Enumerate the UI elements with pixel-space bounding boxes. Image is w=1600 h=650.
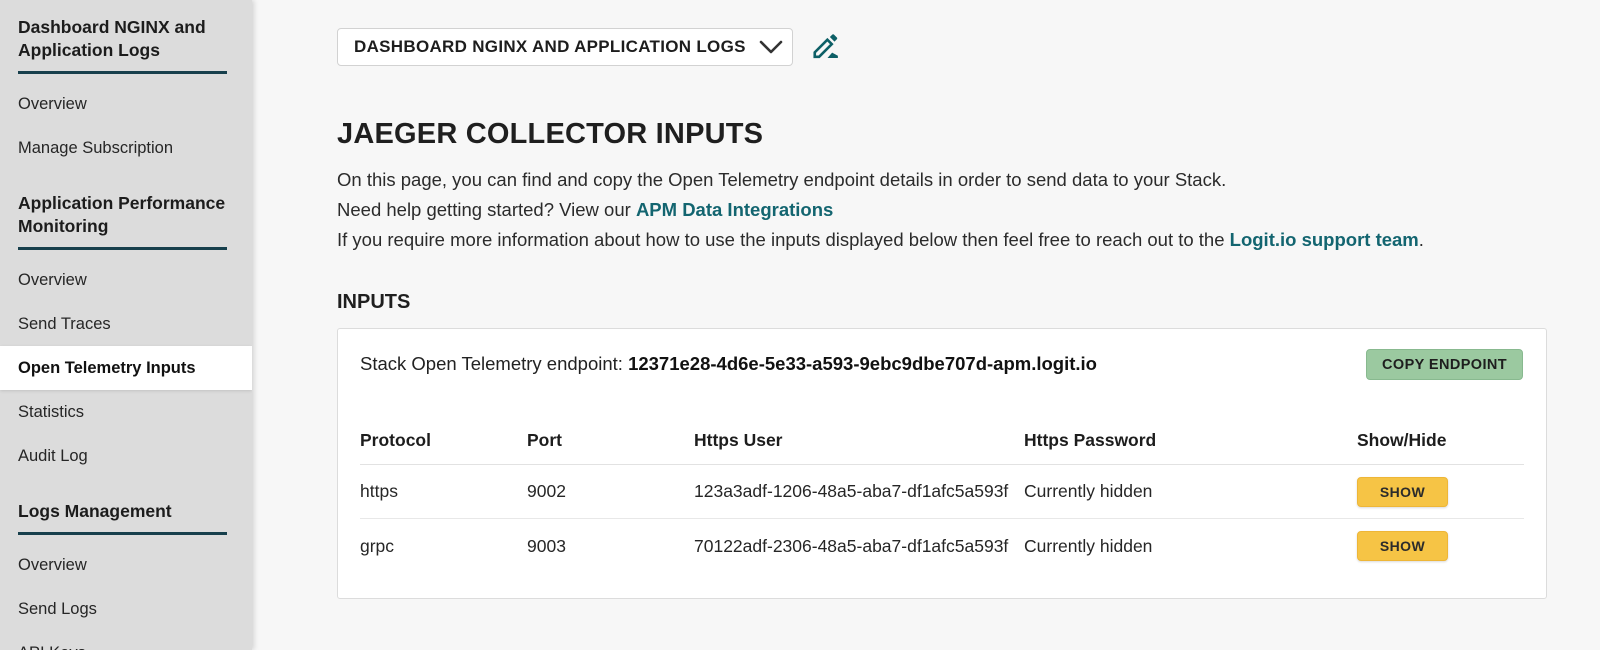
cell-https-user: 123a3adf-1206-48a5-aba7-df1afc5a593f: [694, 481, 1024, 502]
header-port: Port: [527, 430, 694, 451]
sidebar-item-manage-subscription[interactable]: Manage Subscription: [0, 126, 252, 170]
cell-password-status: Currently hidden: [1024, 536, 1357, 557]
inputs-table: Protocol Port Https User Https Password …: [360, 430, 1524, 573]
table-row-grpc: grpc 9003 70122adf-2306-48a5-aba7-df1afc…: [360, 519, 1524, 573]
cell-port: 9002: [527, 481, 694, 502]
copy-endpoint-button[interactable]: COPY ENDPOINT: [1366, 349, 1523, 380]
inputs-card: Stack Open Telemetry endpoint: 12371e28-…: [337, 328, 1547, 599]
show-password-button-https[interactable]: SHOW: [1357, 477, 1448, 507]
sidebar-item-send-logs[interactable]: Send Logs: [0, 587, 252, 631]
sidebar-item-send-traces[interactable]: Send Traces: [0, 302, 252, 346]
cell-password-status: Currently hidden: [1024, 481, 1357, 502]
section-underline: [18, 247, 227, 250]
sidebar-section-logs-management: Logs Management Overview Send Logs API K…: [0, 500, 252, 650]
cell-protocol: https: [360, 481, 527, 502]
intro-line-1: On this page, you can find and copy the …: [337, 165, 1547, 195]
endpoint-text: Stack Open Telemetry endpoint: 12371e28-…: [360, 349, 1097, 379]
page-title: JAEGER COLLECTOR INPUTS: [337, 118, 1547, 151]
sidebar-section-title-logs-management: Logs Management: [0, 500, 252, 523]
intro-line-2-text: Need help getting started? View our: [337, 199, 636, 220]
sidebar-section-dashboard: Dashboard NGINX and Application Logs Ove…: [0, 16, 252, 170]
intro-text: On this page, you can find and copy the …: [337, 165, 1547, 255]
pencil-edit-icon: [811, 31, 841, 64]
apm-data-integrations-link[interactable]: APM Data Integrations: [636, 199, 833, 220]
edit-dashboard-button[interactable]: [810, 31, 842, 63]
endpoint-label: Stack Open Telemetry endpoint:: [360, 353, 628, 374]
header-https-password: Https Password: [1024, 430, 1357, 451]
sidebar: Dashboard NGINX and Application Logs Ove…: [0, 0, 252, 650]
dashboard-selector-row: DASHBOARD NGINX AND APPLICATION LOGS: [337, 28, 1547, 66]
logit-support-team-link[interactable]: Logit.io support team: [1230, 229, 1419, 250]
sidebar-item-api-keys[interactable]: API Keys: [0, 631, 252, 650]
endpoint-row: Stack Open Telemetry endpoint: 12371e28-…: [360, 349, 1524, 380]
cell-https-user: 70122adf-2306-48a5-aba7-df1afc5a593f: [694, 536, 1024, 557]
show-password-button-grpc[interactable]: SHOW: [1357, 531, 1448, 561]
sidebar-section-title-dashboard: Dashboard NGINX and Application Logs: [0, 16, 252, 62]
intro-line-2: Need help getting started? View our APM …: [337, 195, 1547, 225]
cell-protocol: grpc: [360, 536, 527, 557]
table-row-https: https 9002 123a3adf-1206-48a5-aba7-df1af…: [360, 465, 1524, 519]
dashboard-select-value: DASHBOARD NGINX AND APPLICATION LOGS: [354, 37, 746, 57]
sidebar-item-overview-logs[interactable]: Overview: [0, 543, 252, 587]
sidebar-item-audit-log[interactable]: Audit Log: [0, 434, 252, 478]
main-content: DASHBOARD NGINX AND APPLICATION LOGS JAE…: [252, 0, 1600, 650]
intro-line-1-text: On this page, you can find and copy the …: [337, 169, 1226, 190]
intro-line-3-suffix: .: [1419, 229, 1424, 250]
cell-port: 9003: [527, 536, 694, 557]
intro-line-3-text: If you require more information about ho…: [337, 229, 1230, 250]
sidebar-section-apm: Application Performance Monitoring Overv…: [0, 192, 252, 478]
header-show-hide: Show/Hide: [1357, 430, 1524, 451]
sidebar-item-statistics[interactable]: Statistics: [0, 390, 252, 434]
sidebar-item-overview-apm[interactable]: Overview: [0, 258, 252, 302]
intro-line-3: If you require more information about ho…: [337, 225, 1547, 255]
section-underline: [18, 532, 227, 535]
sidebar-item-overview-dashboard[interactable]: Overview: [0, 82, 252, 126]
sidebar-item-open-telemetry-inputs[interactable]: Open Telemetry Inputs: [0, 346, 252, 390]
endpoint-value: 12371e28-4d6e-5e33-a593-9ebc9dbe707d-apm…: [628, 353, 1097, 374]
dashboard-select[interactable]: DASHBOARD NGINX AND APPLICATION LOGS: [337, 28, 793, 66]
section-underline: [18, 71, 227, 74]
table-header-row: Protocol Port Https User Https Password …: [360, 430, 1524, 465]
header-protocol: Protocol: [360, 430, 527, 451]
sidebar-section-title-apm: Application Performance Monitoring: [0, 192, 252, 238]
inputs-section-heading: INPUTS: [337, 291, 1547, 314]
header-https-user: Https User: [694, 430, 1024, 451]
chevron-down-icon: [758, 39, 784, 55]
